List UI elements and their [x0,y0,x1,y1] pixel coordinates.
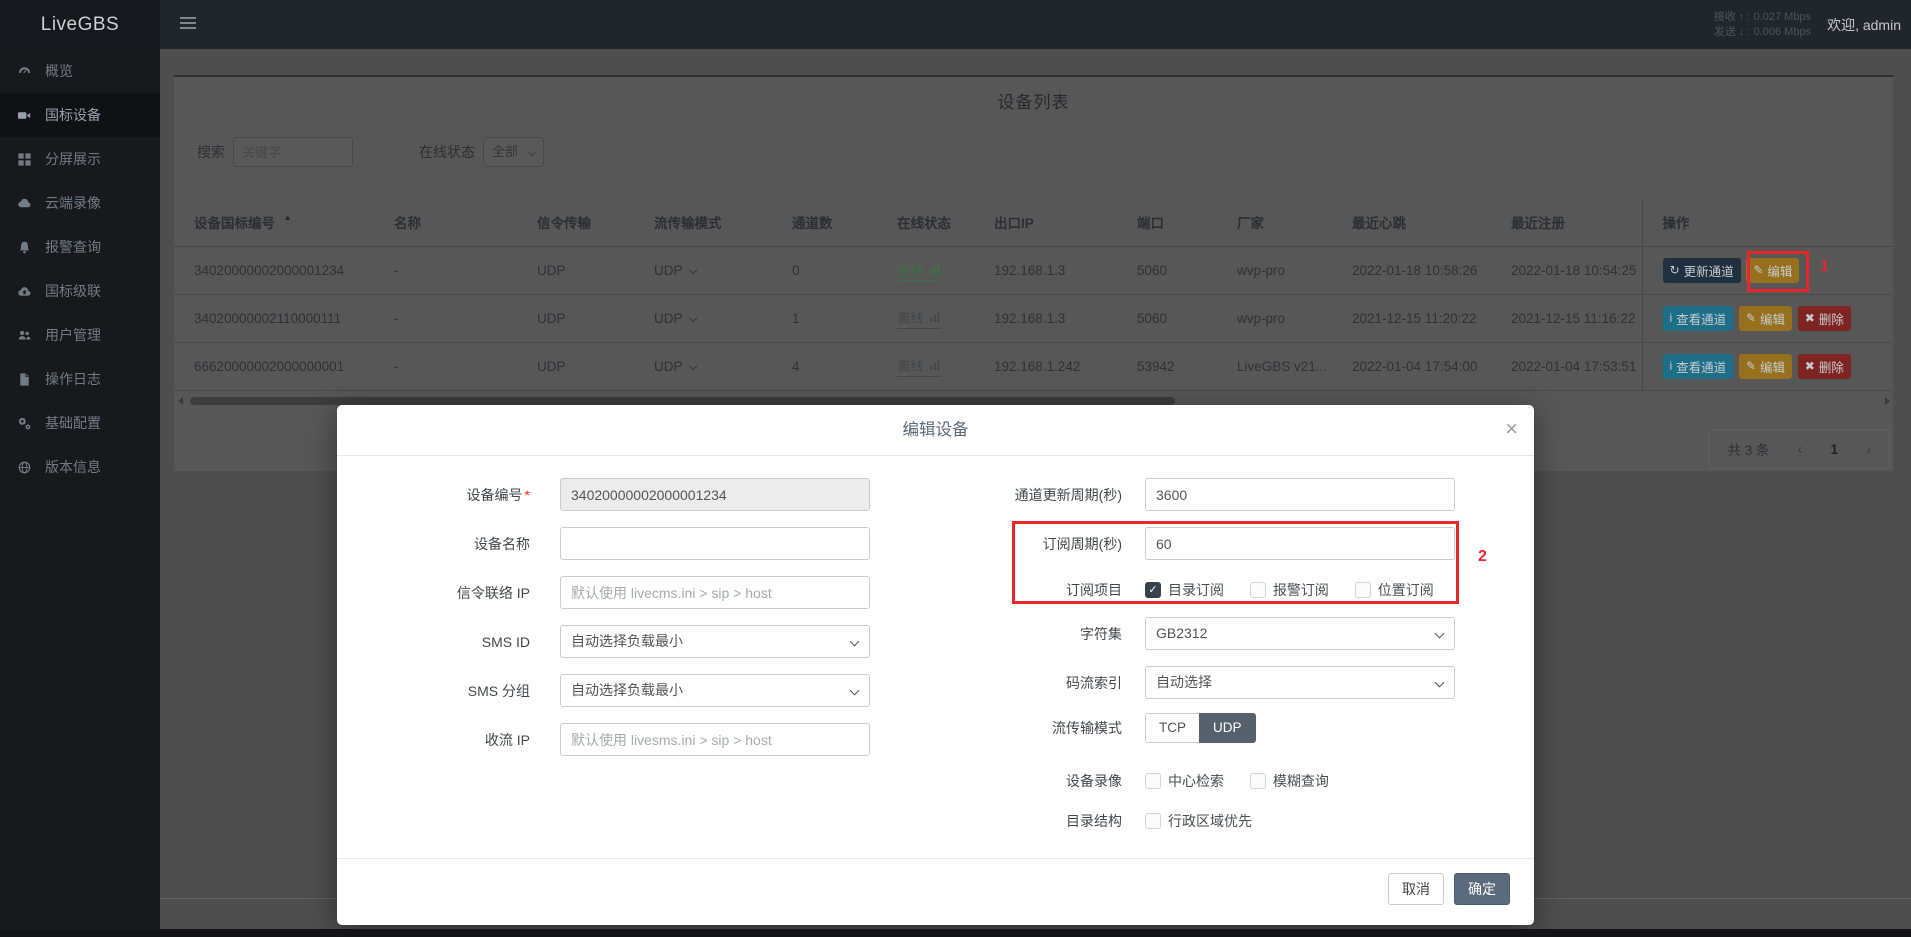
bottom-bar [0,929,1911,937]
sms-group-select[interactable]: 自动选择负载最小 [560,674,870,707]
catalog-subscribe-checkbox[interactable]: ✓ [1145,582,1161,598]
center-search-label: 中心检索 [1168,773,1224,789]
confirm-button[interactable]: 确定 [1454,873,1510,905]
modal-title: 编辑设备 [337,405,1534,456]
sip-ip-field[interactable] [560,576,870,609]
device-id-label: 设备编号* [360,485,530,505]
sms-id-select[interactable]: 自动选择负载最小 [560,625,870,658]
charset-label: 字符集 [922,624,1122,644]
edit-device-modal: 编辑设备 × 设备编号* 设备名称 信令联络 IP SMS ID 自动选择负载最… [337,405,1534,925]
sms-group-label: SMS 分组 [360,681,530,701]
device-name-label: 设备名称 [360,534,530,554]
sms-group-row: SMS 分组 自动选择负载最小 [360,674,870,707]
close-icon[interactable]: × [1505,416,1518,442]
catalog-subscribe-label: 目录订阅 [1168,582,1224,598]
charset-select[interactable]: GB2312 [1145,617,1455,650]
alarm-subscribe-checkbox[interactable] [1250,582,1266,598]
subscribe-items-row: 订阅项目 ✓ 目录订阅 报警订阅 位置订阅 [922,575,1456,605]
tcp-option[interactable]: TCP [1145,713,1199,743]
sip-ip-label: 信令联络 IP [360,583,530,603]
channel-period-label: 通道更新周期(秒) [922,485,1122,505]
device-id-field [560,478,870,511]
device-record-label: 设备录像 [922,771,1122,791]
udp-option[interactable]: UDP [1199,713,1256,743]
recv-ip-label: 收流 IP [360,730,530,750]
sms-id-label: SMS ID [360,634,530,650]
stream-mode-row: 流传输模式 TCP UDP [922,713,1256,743]
alarm-subscribe-label: 报警订阅 [1273,582,1329,598]
position-subscribe-checkbox[interactable] [1355,582,1371,598]
admin-region-first-checkbox[interactable] [1145,813,1161,829]
dir-structure-row: 目录结构 行政区域优先 [922,809,1274,833]
stream-index-select[interactable]: 自动选择 [1145,666,1455,699]
charset-row: 字符集 GB2312 [922,617,1455,650]
subscribe-period-row: 订阅周期(秒) [922,527,1455,560]
cancel-button[interactable]: 取消 [1388,873,1444,905]
app-root: LiveGBS 接收 ↑ : 0.027 Mbps 发送 ↓ : 0.006 M… [0,0,1911,937]
record-options: 中心检索 模糊查询 [1145,771,1351,791]
required-asterisk: * [525,487,530,503]
device-record-row: 设备录像 中心检索 模糊查询 [922,769,1351,793]
fuzzy-query-label: 模糊查询 [1273,773,1329,789]
stream-mode-toggle: TCP UDP [1145,713,1256,743]
recv-ip-field[interactable] [560,723,870,756]
subscribe-options: ✓ 目录订阅 报警订阅 位置订阅 [1145,580,1456,600]
channel-period-row: 通道更新周期(秒) [922,478,1455,511]
admin-region-first-label: 行政区域优先 [1168,813,1252,829]
sip-ip-row: 信令联络 IP [360,576,870,609]
dir-structure-label: 目录结构 [922,811,1122,831]
stream-index-label: 码流索引 [922,673,1122,693]
chevron-down-icon [1435,678,1445,688]
stream-index-row: 码流索引 自动选择 [922,666,1455,699]
fuzzy-query-checkbox[interactable] [1250,773,1266,789]
chevron-down-icon [850,637,860,647]
device-id-row: 设备编号* [360,478,870,511]
modal-footer: 取消 确定 [337,858,1534,925]
position-subscribe-label: 位置订阅 [1378,582,1434,598]
subscribe-period-field[interactable] [1145,527,1455,560]
subscribe-period-label: 订阅周期(秒) [922,534,1122,554]
subscribe-items-label: 订阅项目 [922,580,1122,600]
chevron-down-icon [850,686,860,696]
modal-header: 编辑设备 × [337,405,1534,456]
center-search-checkbox[interactable] [1145,773,1161,789]
chevron-down-icon [1435,629,1445,639]
sms-id-row: SMS ID 自动选择负载最小 [360,625,870,658]
recv-ip-row: 收流 IP [360,723,870,756]
device-name-row: 设备名称 [360,527,870,560]
dir-options: 行政区域优先 [1145,811,1274,831]
channel-period-field[interactable] [1145,478,1455,511]
device-name-field[interactable] [560,527,870,560]
stream-mode-label: 流传输模式 [922,718,1122,738]
